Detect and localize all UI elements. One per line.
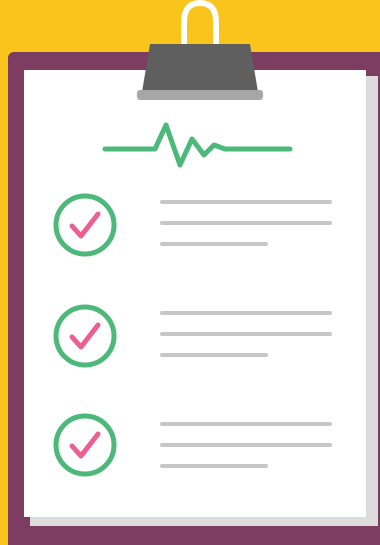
illustration-canvas [0,0,380,545]
text-line [160,422,332,426]
checklist-item [50,190,340,260]
text-line [160,311,332,315]
text-line [160,443,332,447]
text-line [160,200,332,204]
text-line [160,353,268,357]
binder-clip-icon [137,0,263,100]
text-line [160,242,268,246]
check-circle-icon [53,304,117,368]
checklist-item [50,410,340,480]
text-line [160,221,332,225]
check-circle-icon [53,193,117,257]
text-line [160,332,332,336]
heartbeat-icon [102,122,293,168]
text-line [160,464,268,468]
check-circle-icon [53,413,117,477]
checklist-item [50,301,340,371]
